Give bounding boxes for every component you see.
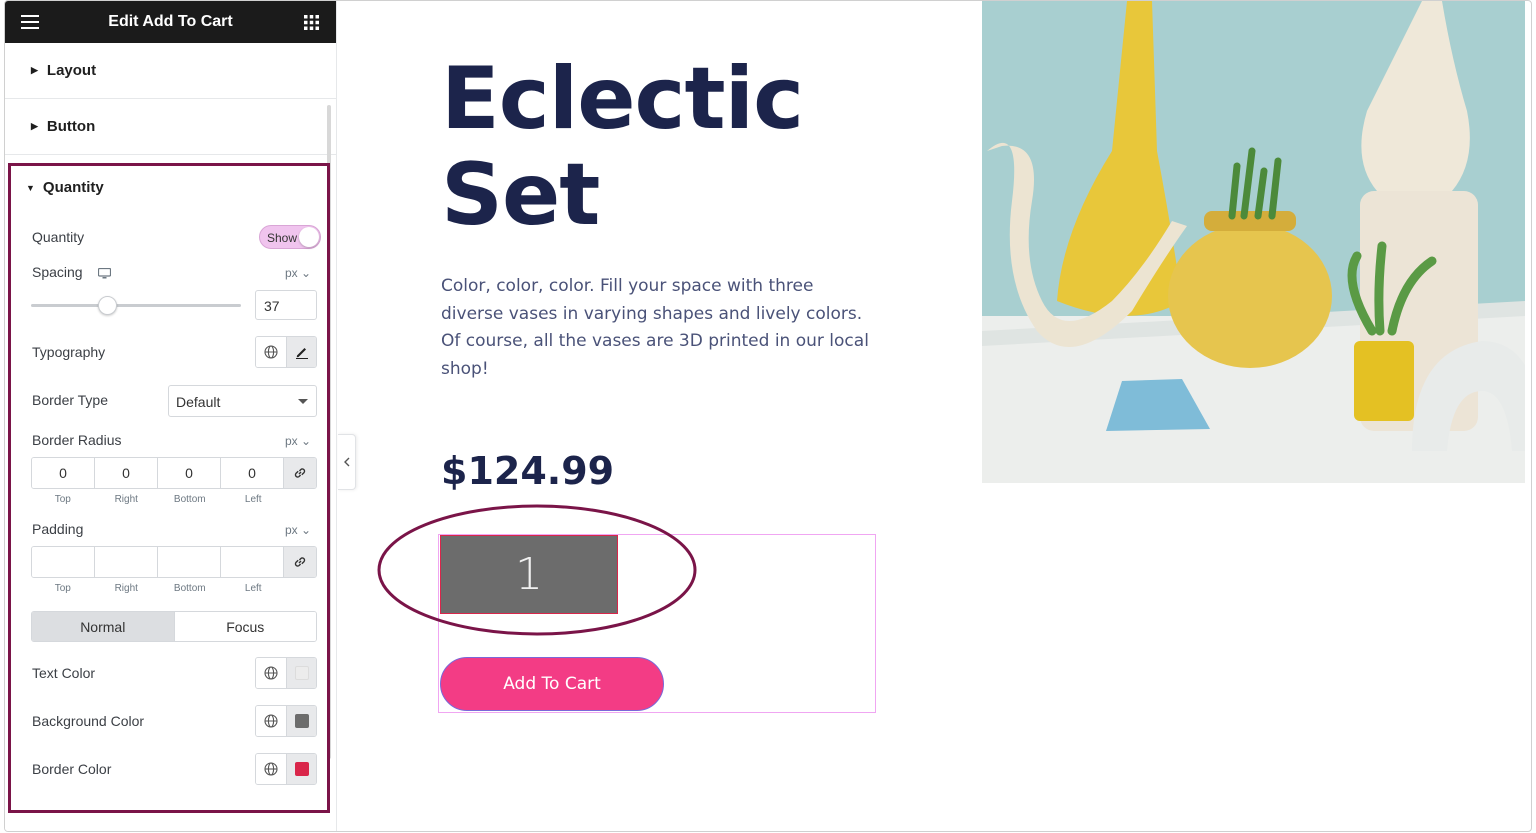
border-color-picker[interactable] — [286, 754, 316, 784]
spacing-slider-handle[interactable] — [98, 296, 117, 315]
border-color-label: Border Color — [32, 761, 112, 777]
text-color-label: Text Color — [32, 665, 96, 681]
section-quantity-label: Quantity — [42, 179, 104, 196]
link-icon[interactable] — [284, 547, 316, 577]
product-description: Color, color, color. Fill your space wit… — [441, 276, 869, 379]
dim-label-bottom: Bottom — [173, 494, 206, 505]
globe-icon[interactable] — [256, 706, 286, 736]
panel-header: Edit Add To Cart — [5, 1, 336, 43]
border-radius-inputs: 0 0 0 0 — [31, 457, 317, 489]
border-color-swatch — [294, 762, 309, 776]
product-title: Eclectic Set — [441, 49, 804, 245]
section-quantity-header[interactable]: ▼ Quantity — [26, 179, 104, 196]
dim-label-right: Right — [114, 583, 138, 594]
border-radius-dim-labels: Top Right Bottom Left — [31, 494, 285, 505]
state-tabs: Normal Focus — [31, 611, 317, 642]
hamburger-menu-icon[interactable] — [19, 11, 41, 33]
padding-left[interactable] — [221, 547, 284, 577]
toggle-knob — [299, 227, 319, 247]
background-color-controls — [255, 705, 317, 737]
caret-right-icon: ▶ — [31, 65, 38, 75]
widgets-grid-icon[interactable] — [300, 11, 322, 33]
spacing-unit: px — [285, 266, 298, 280]
border-radius-unit: px — [285, 434, 298, 448]
dim-label-right: Right — [114, 494, 138, 505]
background-color-swatch — [294, 714, 309, 728]
typography-label: Typography — [32, 344, 106, 360]
highlight-ellipse — [377, 504, 697, 636]
border-radius-unit-select[interactable]: px ⌄ — [285, 434, 311, 448]
section-layout-label: Layout — [46, 62, 97, 79]
dim-label-left: Left — [244, 494, 262, 505]
edit-pencil-icon[interactable] — [286, 337, 316, 367]
editor-panel: Edit Add To Cart ▶ Layout ▶ Button ▼ Qua… — [5, 1, 337, 831]
dim-label-bottom: Bottom — [173, 583, 206, 594]
border-radius-label: Border Radius — [32, 432, 122, 448]
toggle-label: Show — [267, 231, 298, 245]
background-color-picker[interactable] — [286, 706, 316, 736]
text-color-swatch — [294, 666, 309, 680]
section-layout[interactable]: ▶ Layout — [5, 43, 336, 99]
tab-normal[interactable]: Normal — [32, 612, 174, 641]
border-color-controls — [255, 753, 317, 785]
padding-inputs — [31, 546, 317, 578]
dim-label-top: Top — [54, 494, 71, 505]
product-image — [982, 1, 1525, 483]
padding-dim-labels: Top Right Bottom Left — [31, 583, 285, 594]
app-window: Edit Add To Cart ▶ Layout ▶ Button ▼ Qua… — [4, 0, 1532, 832]
border-radius-left[interactable]: 0 — [221, 458, 284, 488]
quantity-show-toggle[interactable]: Show — [259, 225, 321, 249]
section-button-label: Button — [46, 118, 96, 135]
border-radius-right[interactable]: 0 — [95, 458, 158, 488]
product-price: $124.99 — [441, 449, 615, 493]
dim-label-top: Top — [54, 583, 71, 594]
tab-focus[interactable]: Focus — [173, 612, 316, 641]
border-type-value: Default — [176, 394, 221, 410]
border-type-select[interactable]: Default — [168, 385, 317, 417]
chevron-left-icon — [343, 457, 349, 467]
section-quantity: ▼ Quantity Quantity Show Spacing px ⌄ 37… — [8, 163, 330, 813]
spacing-input[interactable]: 37 — [255, 290, 317, 320]
collapse-panel-button[interactable] — [338, 434, 356, 490]
padding-label: Padding — [32, 521, 84, 537]
caret-right-icon: ▶ — [31, 121, 38, 131]
padding-top[interactable] — [32, 547, 95, 577]
padding-unit: px — [285, 523, 298, 537]
panel-title: Edit Add To Cart — [108, 13, 233, 30]
spacing-label: Spacing — [32, 264, 83, 280]
product-title-line1: Eclectic — [441, 49, 804, 149]
chevron-down-icon — [298, 399, 308, 404]
background-color-label: Background Color — [32, 713, 145, 729]
text-color-picker[interactable] — [286, 658, 316, 688]
add-to-cart-button[interactable]: Add To Cart — [440, 657, 664, 711]
typography-controls — [255, 336, 317, 368]
padding-right[interactable] — [95, 547, 158, 577]
section-button[interactable]: ▶ Button — [5, 99, 336, 155]
link-icon[interactable] — [284, 458, 316, 488]
quantity-show-label: Quantity — [32, 229, 85, 245]
spacing-slider-track[interactable] — [31, 304, 241, 307]
caret-down-icon: ▼ — [26, 182, 35, 193]
globe-icon[interactable] — [256, 658, 286, 688]
globe-icon[interactable] — [256, 754, 286, 784]
padding-bottom[interactable] — [158, 547, 221, 577]
product-title-line2: Set — [441, 145, 600, 245]
text-color-controls — [255, 657, 317, 689]
padding-unit-select[interactable]: px ⌄ — [285, 523, 311, 537]
desktop-icon[interactable] — [97, 266, 112, 284]
dim-label-left: Left — [244, 583, 262, 594]
border-radius-bottom[interactable]: 0 — [158, 458, 221, 488]
spacing-unit-select[interactable]: px ⌄ — [285, 266, 311, 280]
border-type-label: Border Type — [32, 392, 109, 408]
globe-icon[interactable] — [256, 337, 286, 367]
border-radius-top[interactable]: 0 — [32, 458, 95, 488]
